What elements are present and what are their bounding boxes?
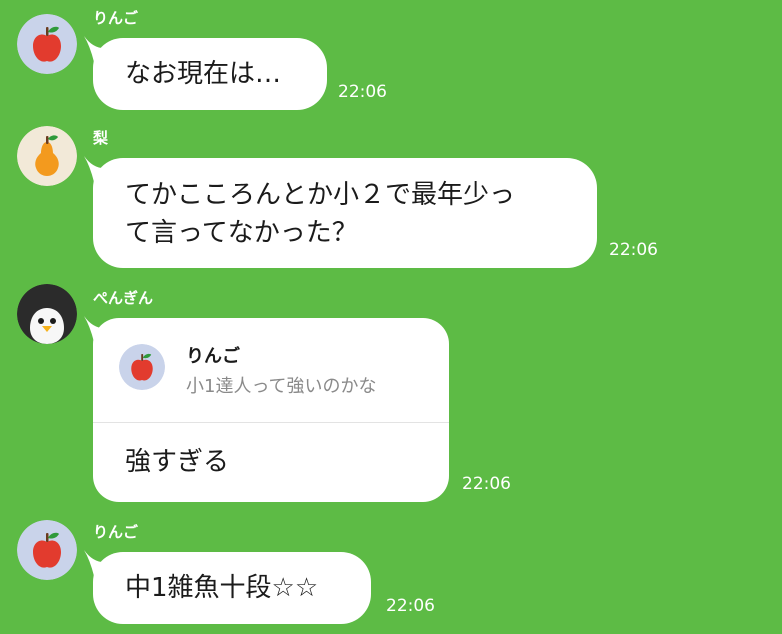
quoted-avatar [119, 344, 165, 390]
message-bubble[interactable]: なお現在は… [93, 38, 327, 110]
sender-name: ぺんぎん [93, 289, 154, 307]
reply-message-bubble[interactable]: りんご 小1達人って強いのかな 強すぎる [93, 318, 449, 502]
message-text-line-2: て言ってなかった？ [125, 218, 358, 248]
quoted-text: 小1達人って強いのかな [186, 376, 377, 397]
quoted-reply[interactable]: りんご 小1達人って強いのかな [93, 318, 449, 423]
sender-name: 梨 [93, 129, 109, 147]
message-text-line-1: てかこころんとか小２で最年少っ [125, 180, 516, 210]
apple-icon [17, 520, 77, 580]
avatar-ringo[interactable] [17, 14, 77, 74]
message-time: 22:06 [338, 82, 387, 102]
message-time: 22:06 [386, 596, 435, 616]
sender-name: りんご [93, 9, 139, 27]
avatar-pengin[interactable] [17, 284, 77, 344]
quoted-sender: りんご [186, 346, 240, 367]
message-bubble[interactable]: 中1雑魚十段☆☆ [93, 552, 371, 624]
avatar-nashi[interactable] [17, 126, 77, 186]
message-time: 22:06 [609, 240, 658, 260]
message-time: 22:06 [462, 474, 511, 494]
avatar-ringo[interactable] [17, 520, 77, 580]
message-bubble[interactable]: てかこころんとか小２で最年少っ て言ってなかった？ [93, 158, 597, 268]
message-text: 中1雑魚十段☆☆ [125, 573, 319, 603]
sender-name: りんご [93, 523, 139, 541]
penguin-icon [17, 284, 77, 344]
apple-icon [17, 14, 77, 74]
apple-icon [119, 344, 165, 390]
message-text: なお現在は… [125, 59, 282, 89]
pear-icon [17, 126, 77, 186]
message-text: 強すぎる [125, 447, 230, 477]
